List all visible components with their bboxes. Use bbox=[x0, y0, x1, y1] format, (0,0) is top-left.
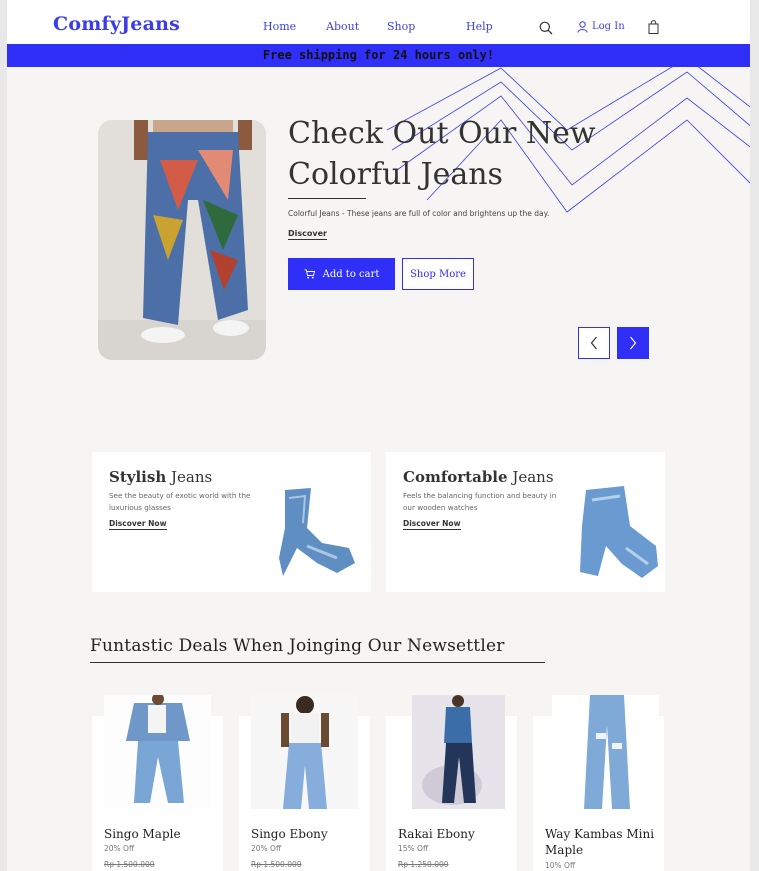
product-discount: 20% Off bbox=[104, 844, 135, 853]
deals-heading: Funtastic Deals When Joinging Our Newset… bbox=[90, 636, 505, 656]
hero-divider bbox=[288, 198, 366, 199]
hero-title-line1: Check Out Our New bbox=[288, 116, 596, 151]
product-image[interactable] bbox=[251, 695, 358, 809]
hero-discover-link[interactable]: Discover bbox=[288, 229, 327, 240]
promo-banner: Free shipping for 24 hours only! bbox=[7, 44, 750, 67]
feature-title: Comfortable Jeans bbox=[403, 468, 554, 486]
product-original-price: Rp 1.500.000 bbox=[104, 860, 155, 869]
hero-jeans-image bbox=[98, 120, 266, 360]
hero-title-line2: Colorful Jeans bbox=[288, 157, 503, 192]
search-icon[interactable] bbox=[539, 21, 553, 35]
product-image[interactable] bbox=[412, 695, 505, 809]
nav-home[interactable]: Home bbox=[263, 20, 296, 33]
feature-discover-link[interactable]: Discover Now bbox=[403, 519, 461, 530]
top-navbar: ComfyJeans Home About Shop Help Log In bbox=[7, 0, 750, 44]
product-original-price: Rp 1.250.000 bbox=[398, 860, 449, 869]
product-image[interactable] bbox=[104, 695, 211, 809]
feature-discover-link[interactable]: Discover Now bbox=[109, 519, 167, 530]
deals-divider bbox=[90, 662, 545, 663]
nav-help[interactable]: Help bbox=[466, 20, 493, 33]
hero-title: Check Out Our New Colorful Jeans bbox=[288, 113, 618, 195]
product-name[interactable]: Rakai Ebony bbox=[398, 826, 518, 842]
folded-jeans-image bbox=[580, 486, 658, 578]
feature-title-bold: Comfortable bbox=[403, 468, 508, 486]
carousel-next-button[interactable] bbox=[617, 327, 649, 359]
hero-description: Colorful Jeans - These jeans are full of… bbox=[288, 209, 550, 218]
login-link[interactable]: Log In bbox=[592, 21, 625, 32]
feature-card-comfortable: Comfortable Jeans Feels the balancing fu… bbox=[386, 452, 665, 592]
nav-shop[interactable]: Shop bbox=[387, 20, 415, 33]
product-name[interactable]: Way Kambas Mini Maple bbox=[545, 826, 657, 858]
product-image[interactable] bbox=[552, 695, 659, 809]
feature-description: See the beauty of exotic world with the … bbox=[109, 491, 251, 512]
nav-about[interactable]: About bbox=[326, 20, 359, 33]
product-name[interactable]: Singo Maple bbox=[104, 826, 224, 842]
product-discount: 20% Off bbox=[251, 844, 282, 853]
chevron-left-icon bbox=[590, 336, 597, 350]
page: ComfyJeans Home About Shop Help Log In F… bbox=[7, 0, 750, 871]
feature-title-rest: Jeans bbox=[512, 468, 554, 486]
product-name[interactable]: Singo Ebony bbox=[251, 826, 371, 842]
shopping-bag-icon[interactable] bbox=[648, 20, 659, 34]
feature-title-rest: Jeans bbox=[171, 468, 213, 486]
feature-card-stylish: Stylish Jeans See the beauty of exotic w… bbox=[92, 452, 371, 592]
add-to-cart-button[interactable]: Add to cart bbox=[288, 258, 395, 290]
product-discount: 15% Off bbox=[398, 844, 429, 853]
feature-title-bold: Stylish bbox=[109, 468, 167, 486]
shop-more-button[interactable]: Shop More bbox=[402, 258, 474, 290]
feature-description: Feels the balancing function and beauty … bbox=[403, 491, 557, 512]
user-icon[interactable] bbox=[577, 21, 588, 33]
feature-title: Stylish Jeans bbox=[109, 468, 212, 486]
logo[interactable]: ComfyJeans bbox=[53, 13, 180, 35]
cart-icon bbox=[304, 269, 315, 279]
carousel-prev-button[interactable] bbox=[578, 327, 610, 359]
product-original-price: Rp 1.500.000 bbox=[251, 860, 302, 869]
folded-jeans-image bbox=[279, 488, 355, 576]
chevron-right-icon bbox=[630, 336, 637, 350]
product-discount: 10% Off bbox=[545, 861, 576, 870]
add-to-cart-label: Add to cart bbox=[322, 268, 380, 280]
